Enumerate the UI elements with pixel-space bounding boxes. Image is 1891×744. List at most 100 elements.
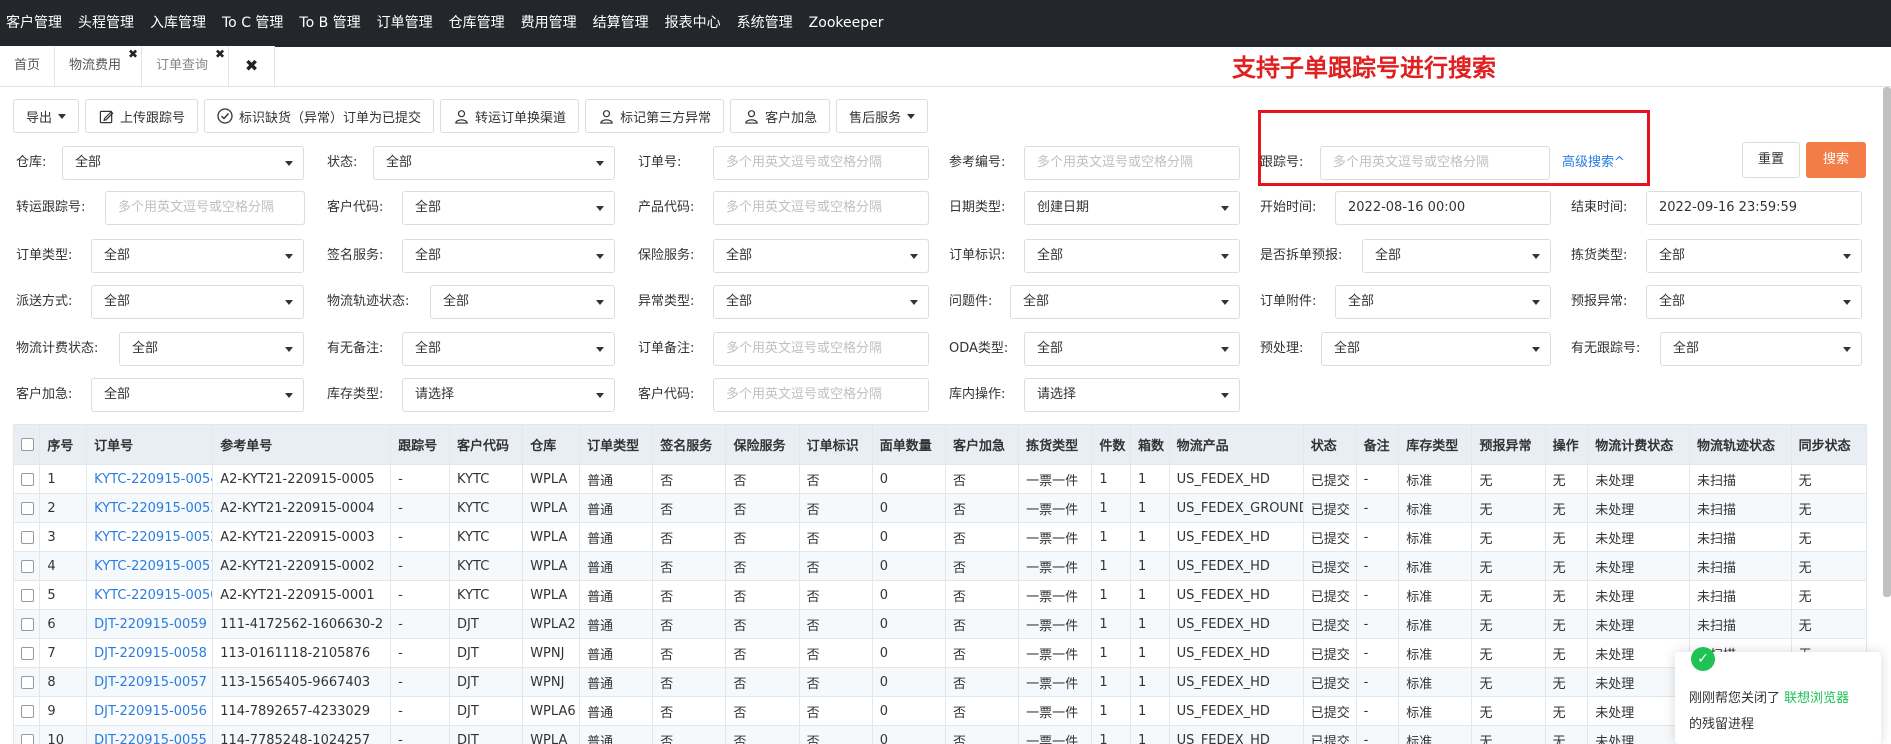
reference-no-input[interactable]: 多个用英文逗号或空格分隔 (1024, 146, 1240, 180)
order-no-link[interactable]: KYTC-220915-0054 (86, 464, 214, 494)
has-tracking-select[interactable]: 全部 (1660, 332, 1862, 366)
toast-app-link[interactable]: 联想浏览器 (1784, 691, 1849, 706)
table-cell: 1 (1091, 667, 1131, 697)
order-no-link[interactable]: DJT-220915-0056 (86, 696, 214, 726)
mark-third-party-button[interactable]: 标记第三方异常 (585, 99, 725, 133)
track-status-select[interactable]: 全部 (430, 285, 615, 319)
table-row[interactable]: 8 DJT-220915-0057 113-1565405-9667403- DJT W… (13, 667, 1867, 697)
customer-urgent-button[interactable]: 客户加急 (730, 99, 831, 133)
insurance-select[interactable]: 全部 (713, 239, 929, 273)
order-no-link[interactable]: KYTC-220915-0050 (86, 580, 214, 610)
nav-fee-mgmt[interactable]: 费用管理 (513, 0, 585, 47)
close-icon[interactable]: ✖ (215, 48, 225, 60)
table-row[interactable]: 3 KYTC-220915-0052 A2-KYT21-220915-0003- KY… (13, 522, 1867, 552)
nav-report-center[interactable]: 报表中心 (657, 0, 729, 47)
nav-warehouse-mgmt[interactable]: 仓库管理 (441, 0, 513, 47)
nav-tob-mgmt[interactable]: To B 管理 (291, 0, 368, 47)
preprocess-select[interactable]: 全部 (1321, 332, 1551, 366)
order-no-link[interactable]: KYTC-220915-0052 (86, 522, 214, 552)
order-attachment-select[interactable]: 全部 (1335, 285, 1551, 319)
nav-customer-mgmt[interactable]: 客户管理 (0, 0, 70, 47)
nav-inbound-mgmt[interactable]: 入库管理 (142, 0, 214, 47)
tab-order-query[interactable]: 订单查询 ✖ (142, 46, 230, 86)
order-no-link[interactable]: DJT-220915-0057 (86, 667, 214, 697)
tab-logistics-fee[interactable]: 物流费用 ✖ (55, 46, 143, 86)
row-checkbox[interactable] (13, 464, 41, 494)
export-button[interactable]: 导出 (13, 99, 80, 133)
select-all-checkbox[interactable] (13, 424, 41, 465)
problem-item-select[interactable]: 全部 (1010, 285, 1240, 319)
nav-first-leg-mgmt[interactable]: 头程管理 (70, 0, 142, 47)
delivery-method-select[interactable]: 全部 (91, 285, 304, 319)
search-button[interactable]: 搜索 (1806, 142, 1866, 178)
order-remark-input[interactable]: 多个用英文逗号或空格分隔 (713, 332, 929, 366)
status-select[interactable]: 全部 (373, 146, 615, 180)
order-flag-select[interactable]: 全部 (1024, 239, 1240, 273)
row-checkbox[interactable] (13, 725, 41, 744)
order-no-link[interactable]: DJT-220915-0055 (86, 725, 214, 744)
row-checkbox[interactable] (13, 580, 41, 610)
customer-urgent-select[interactable]: 全部 (91, 378, 304, 412)
row-checkbox[interactable] (13, 696, 41, 726)
warehouse-op-select[interactable]: 请选择 (1024, 378, 1240, 412)
page-scrollbar[interactable] (1883, 87, 1891, 597)
row-checkbox[interactable] (13, 551, 41, 581)
close-all-tabs-button[interactable]: ✖ (229, 46, 276, 86)
track-status-value: 全部 (443, 294, 470, 309)
transfer-tracking-input[interactable]: 多个用英文逗号或空格分隔 (105, 191, 305, 225)
close-icon[interactable]: ✖ (128, 48, 138, 60)
table-cell: 否 (798, 667, 873, 697)
advanced-search-link[interactable]: 高级搜索^ (1562, 146, 1625, 180)
order-no-link[interactable]: KYTC-220915-0051 (86, 551, 214, 581)
customer-code2-input[interactable]: 多个用英文逗号或空格分隔 (713, 378, 929, 412)
tab-home[interactable]: 首页 (0, 46, 56, 86)
order-no-link[interactable]: KYTC-220915-0053 (86, 493, 214, 523)
nav-settlement-mgmt[interactable]: 结算管理 (585, 0, 657, 47)
nav-toc-mgmt[interactable]: To C 管理 (214, 0, 291, 47)
row-checkbox[interactable] (13, 522, 41, 552)
table-row[interactable]: 9 DJT-220915-0056 114-7892657-4233029- DJT W… (13, 696, 1867, 726)
reset-button[interactable]: 重置 (1742, 142, 1800, 178)
start-time-input[interactable]: 2022-08-16 00:00 (1335, 191, 1551, 225)
nav-system-mgmt[interactable]: 系统管理 (729, 0, 801, 47)
has-remark-select[interactable]: 全部 (402, 332, 615, 366)
table-row[interactable]: 4 KYTC-220915-0051 A2-KYT21-220915-0002- KY… (13, 551, 1867, 581)
oda-type-select[interactable]: 全部 (1024, 332, 1240, 366)
mark-shortage-button[interactable]: 标识缺货（异常）订单为已提交 (204, 99, 435, 133)
billing-status-select[interactable]: 全部 (119, 332, 304, 366)
tracking-no-input[interactable]: 多个用英文逗号或空格分隔 (1320, 146, 1550, 180)
order-no-link[interactable]: DJT-220915-0059 (86, 609, 214, 639)
row-checkbox[interactable] (13, 609, 41, 639)
after-sales-button[interactable]: 售后服务 (836, 99, 929, 133)
product-code-input[interactable]: 多个用英文逗号或空格分隔 (713, 191, 929, 225)
nav-order-mgmt[interactable]: 订单管理 (369, 0, 441, 47)
signature-select[interactable]: 全部 (402, 239, 615, 273)
prealert-exception-select[interactable]: 全部 (1646, 285, 1862, 319)
nav-zookeeper[interactable]: Zookeeper (801, 0, 892, 47)
stock-type-select[interactable]: 请选择 (402, 378, 615, 412)
upload-tracking-button[interactable]: 上传跟踪号 (85, 99, 199, 133)
table-cell: WPNJ (522, 667, 581, 697)
row-checkbox[interactable] (13, 638, 41, 668)
table-cell: 0 (871, 493, 946, 523)
customer-code-select[interactable]: 全部 (402, 191, 615, 225)
table-row[interactable]: 1 KYTC-220915-0054 A2-KYT21-220915-0005- KY… (13, 464, 1867, 494)
end-time-input[interactable]: 2022-09-16 23:59:59 (1646, 191, 1862, 225)
exception-type-select[interactable]: 全部 (713, 285, 929, 319)
table-row[interactable]: 6 DJT-220915-0059 111-4172562-1606630-2- DJ… (13, 609, 1867, 639)
table-row[interactable]: 5 KYTC-220915-0050 A2-KYT21-220915-0001- KY… (13, 580, 1867, 610)
date-type-select[interactable]: 创建日期 (1024, 191, 1240, 225)
row-checkbox[interactable] (13, 493, 41, 523)
order-no-input[interactable]: 多个用英文逗号或空格分隔 (713, 146, 929, 180)
picking-type-select[interactable]: 全部 (1646, 239, 1862, 273)
delivery-method-label: 派送方式: (16, 294, 73, 309)
row-checkbox[interactable] (13, 667, 41, 697)
split-prealert-select[interactable]: 全部 (1362, 239, 1551, 273)
table-row[interactable]: 7 DJT-220915-0058 113-0161118-2105876- DJT W… (13, 638, 1867, 668)
order-no-link[interactable]: DJT-220915-0058 (86, 638, 214, 668)
change-channel-button[interactable]: 转运订单换渠道 (440, 99, 580, 133)
warehouse-select[interactable]: 全部 (62, 146, 304, 180)
table-row[interactable]: 2 KYTC-220915-0053 A2-KYT21-220915-0004- KY… (13, 493, 1867, 523)
order-type-select[interactable]: 全部 (91, 239, 304, 273)
table-row[interactable]: 10 DJT-220915-0055 114-7785248-1024257- DJT… (13, 725, 1867, 744)
